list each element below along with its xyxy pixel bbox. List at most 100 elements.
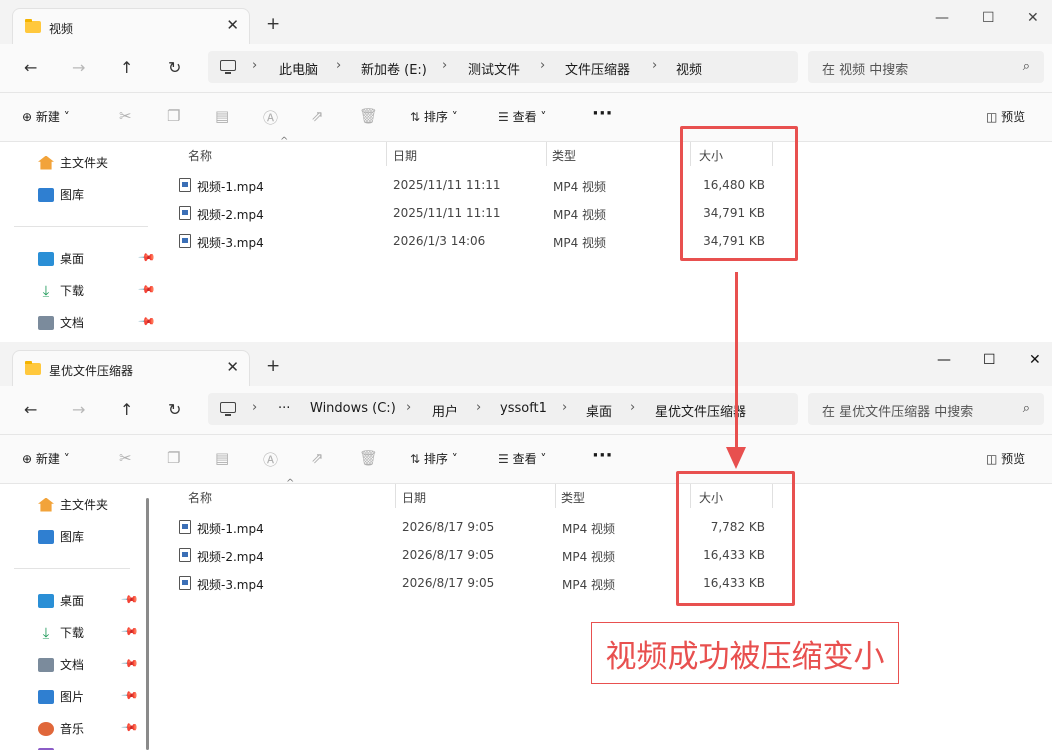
sidebar-item-music[interactable]: 音乐 — [38, 720, 84, 737]
chevron-right-icon[interactable]: › — [540, 58, 545, 73]
share-icon[interactable]: ⇗ — [311, 107, 324, 125]
pin-icon[interactable]: 📌 — [120, 686, 139, 705]
chevron-right-icon[interactable]: › — [562, 400, 567, 415]
pin-icon[interactable]: 📌 — [120, 590, 139, 609]
chevron-right-icon[interactable]: › — [652, 58, 657, 73]
column-header-name[interactable]: 名称 — [188, 489, 212, 506]
share-icon[interactable]: ⇗ — [311, 449, 324, 467]
new-tab-icon[interactable]: + — [266, 14, 280, 34]
paste-icon[interactable]: ▤ — [215, 449, 229, 467]
copy-icon[interactable]: ❐ — [167, 107, 180, 125]
column-divider[interactable] — [555, 484, 556, 508]
chevron-right-icon[interactable]: › — [336, 58, 341, 73]
column-header-type[interactable]: 类型 — [561, 489, 585, 506]
sidebar-item-documents[interactable]: 文档 — [38, 656, 84, 673]
breadcrumb-desktop[interactable]: 桌面 — [586, 401, 612, 420]
pin-icon[interactable]: 📌 — [137, 280, 156, 299]
cut-icon[interactable]: ✂ — [119, 107, 132, 125]
column-header-type[interactable]: 类型 — [552, 147, 576, 164]
sidebar-item-gallery[interactable]: 图库 — [38, 186, 84, 203]
tab-video[interactable]: 视频 ✕ — [12, 8, 250, 44]
rename-icon[interactable]: Ⓐ — [263, 107, 278, 128]
close-tab-icon[interactable]: ✕ — [226, 358, 239, 376]
breadcrumb-video[interactable]: 视频 — [676, 59, 702, 78]
sidebar-item-desktop[interactable]: 桌面 — [38, 250, 84, 267]
paste-icon[interactable]: ▤ — [215, 107, 229, 125]
sidebar-item-home[interactable]: 主文件夹 — [38, 496, 108, 513]
column-divider[interactable] — [546, 142, 547, 166]
chevron-right-icon[interactable]: › — [252, 58, 257, 73]
refresh-icon[interactable]: ↻ — [168, 58, 181, 77]
column-header-date[interactable]: 日期 — [402, 489, 426, 506]
delete-icon[interactable]: 🗑 — [359, 107, 378, 125]
maximize-icon[interactable]: ☐ — [983, 352, 996, 368]
sidebar-item-desktop[interactable]: 桌面 — [38, 592, 84, 609]
breadcrumb-test-files[interactable]: 测试文件 — [468, 59, 520, 78]
up-arrow-icon[interactable]: ↑ — [120, 400, 133, 419]
delete-icon[interactable]: 🗑 — [359, 449, 378, 467]
pin-icon[interactable]: 📌 — [137, 312, 156, 331]
preview-button[interactable]: ◫ 预览 — [986, 450, 1025, 467]
maximize-icon[interactable]: ☐ — [982, 10, 995, 26]
back-arrow-icon[interactable]: ← — [24, 400, 37, 419]
preview-button[interactable]: ◫ 预览 — [986, 108, 1025, 125]
breadcrumb-drive[interactable]: Windows (C:) — [310, 401, 396, 416]
cut-icon[interactable]: ✂ — [119, 449, 132, 467]
forward-arrow-icon[interactable]: → — [72, 400, 85, 419]
breadcrumb-overflow[interactable]: ··· — [278, 401, 290, 416]
breadcrumb-compressor[interactable]: 星优文件压缩器 — [655, 401, 746, 420]
refresh-icon[interactable]: ↻ — [168, 400, 181, 419]
more-options-button[interactable]: ··· — [592, 445, 613, 466]
sidebar-item-home[interactable]: 主文件夹 — [38, 154, 108, 171]
sort-button[interactable]: ⇅ 排序 ˅ — [410, 108, 458, 125]
address-bar[interactable]: › 此电脑 › 新加卷 (E:) › 测试文件 › 文件压缩器 › 视频 — [208, 51, 798, 83]
pin-icon[interactable]: 📌 — [120, 622, 139, 641]
close-tab-icon[interactable]: ✕ — [226, 16, 239, 34]
column-divider[interactable] — [386, 142, 387, 166]
sort-button[interactable]: ⇅ 排序 ˅ — [410, 450, 458, 467]
sidebar-item-downloads[interactable]: ⤓ 下载 — [38, 282, 84, 299]
new-button[interactable]: ⊕ 新建 ˅ — [22, 108, 70, 125]
close-window-icon[interactable]: ✕ — [1029, 352, 1041, 368]
view-button[interactable]: ☰ 查看 ˅ — [498, 108, 546, 125]
view-button[interactable]: ☰ 查看 ˅ — [498, 450, 546, 467]
close-window-icon[interactable]: ✕ — [1027, 10, 1039, 26]
column-header-name[interactable]: 名称 — [188, 147, 212, 164]
chevron-right-icon[interactable]: › — [252, 400, 257, 415]
minimize-icon[interactable]: — — [937, 352, 951, 368]
more-options-button[interactable]: ··· — [592, 103, 613, 124]
pin-icon[interactable]: 📌 — [120, 654, 139, 673]
search-input[interactable]: 在 星优文件压缩器 中搜索 ⌕ — [808, 393, 1044, 425]
sidebar-item-downloads[interactable]: ⤓ 下载 — [38, 624, 84, 641]
breadcrumb-this-pc[interactable]: 此电脑 — [279, 59, 318, 78]
address-bar[interactable]: › ··· Windows (C:) › 用户 › yssoft1 › 桌面 ›… — [208, 393, 798, 425]
minimize-icon[interactable]: — — [935, 10, 949, 26]
breadcrumb-user[interactable]: yssoft1 — [500, 401, 547, 416]
rename-icon[interactable]: Ⓐ — [263, 449, 278, 470]
up-arrow-icon[interactable]: ↑ — [120, 58, 133, 77]
copy-icon[interactable]: ❐ — [167, 449, 180, 467]
new-tab-icon[interactable]: + — [266, 356, 280, 376]
forward-arrow-icon[interactable]: → — [72, 58, 85, 77]
tab-compressor[interactable]: 星优文件压缩器 ✕ — [12, 350, 250, 386]
chevron-right-icon[interactable]: › — [406, 400, 411, 415]
column-header-date[interactable]: 日期 — [393, 147, 417, 164]
sidebar-scrollbar[interactable] — [146, 498, 149, 750]
new-button[interactable]: ⊕ 新建 ˅ — [22, 450, 70, 467]
column-divider[interactable] — [395, 484, 396, 508]
search-input[interactable]: 在 视频 中搜索 ⌕ — [808, 51, 1044, 83]
sidebar-item-pictures[interactable]: 图片 — [38, 688, 84, 705]
chevron-right-icon[interactable]: › — [442, 58, 447, 73]
chevron-right-icon[interactable]: › — [476, 400, 481, 415]
chevron-right-icon[interactable]: › — [630, 400, 635, 415]
breadcrumb-drive[interactable]: 新加卷 (E:) — [361, 59, 427, 78]
sidebar-item-gallery[interactable]: 图库 — [38, 528, 84, 545]
breadcrumb-users[interactable]: 用户 — [432, 401, 458, 420]
breadcrumb-compressor[interactable]: 文件压缩器 — [565, 59, 630, 78]
home-icon — [38, 155, 54, 170]
back-arrow-icon[interactable]: ← — [24, 58, 37, 77]
pin-icon[interactable]: 📌 — [137, 248, 156, 267]
sidebar-item-documents[interactable]: 文档 — [38, 314, 84, 331]
pin-icon[interactable]: 📌 — [120, 718, 139, 737]
search-placeholder: 在 视频 中搜索 — [822, 63, 909, 78]
